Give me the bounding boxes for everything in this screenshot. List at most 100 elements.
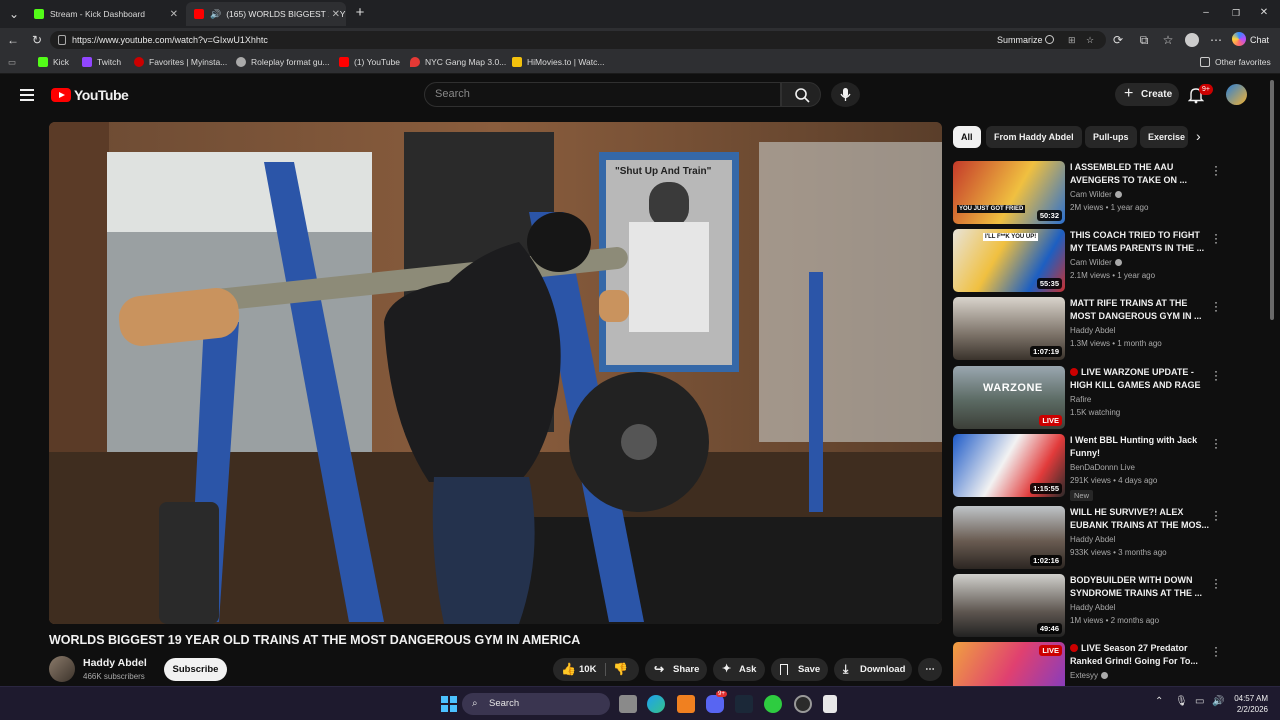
video-player[interactable]: "Shut Up And Train" <box>49 122 942 624</box>
like-button[interactable]: 👍 10K <box>553 658 605 681</box>
network-icon[interactable]: ▭ <box>1195 696 1204 707</box>
restore-icon[interactable]: ❐ <box>1228 5 1244 21</box>
share-button[interactable]: ↪ Share <box>645 658 707 681</box>
video-thumbnail[interactable]: I'LL F**K YOU UP! 55:35 <box>953 229 1065 292</box>
recommendation-title: LIVE Season 27 Predator Ranked Grind! Go… <box>1070 642 1210 668</box>
bookmark-youtube[interactable]: (1) YouTube <box>339 57 400 67</box>
reading-icon[interactable]: ▭ <box>8 57 16 68</box>
chip-all[interactable]: All <box>953 126 981 148</box>
recommendation-item[interactable]: 1:15:55 I Went BBL Hunting with Jack Fun… <box>953 433 1253 501</box>
recommendation-item[interactable]: 49:46 BODYBUILDER WITH DOWN SYNDROME TRA… <box>953 573 1253 638</box>
url-field[interactable]: https://www.youtube.com/watch?v=GIxwU1Xh… <box>50 31 1106 49</box>
page-scrollbar[interactable] <box>1270 80 1274 320</box>
chip-from-channel[interactable]: From Haddy Abdel <box>986 126 1082 148</box>
bookmark-himovies[interactable]: HiMovies.to | Watc... <box>512 57 604 67</box>
voice-search-button[interactable] <box>831 82 860 107</box>
summarize-button[interactable]: Summarize <box>997 31 1055 49</box>
speaker-icon[interactable]: 🔊 <box>210 9 221 20</box>
recommendation-meta: 291K views • 4 days ago <box>1070 476 1158 485</box>
taskbar-clock[interactable]: 04:57 AM 2/2/2026 <box>1228 693 1268 715</box>
new-tab-icon[interactable]: + <box>352 5 368 21</box>
microphone-icon[interactable]: 🎙 <box>1175 696 1188 707</box>
favorites-icon[interactable]: ☆ <box>1160 32 1176 48</box>
video-thumbnail[interactable]: 1:07:19 <box>953 297 1065 360</box>
tab-youtube-video[interactable]: 🔊 (165) WORLDS BIGGEST 19 YE ✕ <box>186 2 346 26</box>
favorite-star-icon[interactable]: ☆ <box>1086 31 1094 49</box>
more-vertical-icon[interactable]: · · · <box>1213 365 1219 385</box>
recommendation-item[interactable]: 1:02:16 WILL HE SURVIVE?! ALEX EUBANK TR… <box>953 505 1253 570</box>
recommendation-item[interactable]: 1:07:19 MATT RIFE TRAINS AT THE MOST DAN… <box>953 296 1253 361</box>
bookmark-myinsta[interactable]: Favorites | Myinsta... <box>134 57 227 67</box>
more-vertical-icon[interactable]: · · · <box>1213 160 1219 180</box>
youtube-icon <box>194 9 204 19</box>
channel-avatar[interactable] <box>49 656 75 682</box>
close-icon[interactable]: ✕ <box>328 8 340 20</box>
bookmark-nyc-gang-map[interactable]: NYC Gang Map 3.0... <box>410 57 506 67</box>
microphone-icon <box>840 88 851 101</box>
refresh-icon[interactable]: ↻ <box>29 32 45 48</box>
close-icon[interactable]: ✕ <box>170 9 178 20</box>
tab-list-chevron-icon[interactable]: ⌄ <box>6 6 22 22</box>
video-thumbnail[interactable]: 1:02:16 <box>953 506 1065 569</box>
youtube-logo[interactable]: YouTube <box>51 87 129 103</box>
obs-icon[interactable] <box>794 695 812 713</box>
video-thumbnail[interactable]: WARZONE LIVE <box>953 366 1065 429</box>
chip-pull-ups[interactable]: Pull-ups <box>1085 126 1137 148</box>
edge-icon[interactable] <box>647 695 665 713</box>
extensions-icon[interactable]: ⟳ <box>1110 32 1126 48</box>
bookmark-kick[interactable]: Kick <box>38 57 69 67</box>
save-button[interactable]: Save <box>771 658 828 681</box>
bookmark-twitch[interactable]: Twitch <box>82 57 121 67</box>
more-vertical-icon[interactable]: · · · <box>1213 433 1219 453</box>
create-button[interactable]: Create <box>1115 82 1179 106</box>
minimize-icon[interactable]: – <box>1198 5 1214 21</box>
chevron-right-icon[interactable]: › <box>1196 128 1201 144</box>
video-thumbnail[interactable]: YOU JUST GOT FRIED 50:32 <box>953 161 1065 224</box>
ask-button[interactable]: ✦ Ask <box>713 658 765 681</box>
tab-kick-dashboard[interactable]: Stream - Kick Dashboard ✕ <box>26 2 184 26</box>
video-thumbnail[interactable]: 49:46 <box>953 574 1065 637</box>
task-view-icon[interactable] <box>619 695 637 713</box>
recommendation-item[interactable]: YOU JUST GOT FRIED 50:32 I ASSEMBLED THE… <box>953 160 1253 225</box>
profile-icon[interactable] <box>1185 33 1199 47</box>
discord-icon[interactable]: 9+ <box>706 691 727 713</box>
other-favorites-label: Other favorites <box>1215 57 1271 67</box>
volume-icon[interactable]: 🔊 <box>1212 696 1224 707</box>
thumbnail-text: I'LL F**K YOU UP! <box>983 233 1039 241</box>
other-favorites[interactable]: Other favorites <box>1200 57 1271 67</box>
bookmark-roleplay[interactable]: Roleplay format gu... <box>236 57 329 67</box>
download-button[interactable]: ⤓ Download <box>834 658 912 681</box>
channel-label: Extesyy <box>1070 671 1099 680</box>
tray-chevron-icon[interactable]: ⌃ <box>1155 696 1163 707</box>
more-vertical-icon[interactable]: · · · <box>1213 641 1219 661</box>
xbox-icon[interactable] <box>764 695 782 713</box>
app-icon[interactable] <box>677 695 695 713</box>
split-screen-icon[interactable]: ⧉ <box>1136 32 1152 48</box>
search-input[interactable]: Search <box>424 82 781 107</box>
video-thumbnail[interactable]: 1:15:55 <box>953 434 1065 497</box>
recommendation-item[interactable]: I'LL F**K YOU UP! 55:35 THIS COACH TRIED… <box>953 228 1253 293</box>
search-button[interactable] <box>781 82 821 107</box>
verified-icon <box>1114 191 1122 198</box>
copilot-chat-button[interactable]: Chat <box>1232 32 1269 48</box>
dislike-button[interactable]: 👎 <box>613 658 628 681</box>
back-arrow-icon[interactable]: ← <box>5 32 21 48</box>
subscribe-button[interactable]: Subscribe <box>164 658 227 681</box>
apps-icon[interactable]: ⊞ <box>1068 31 1076 49</box>
more-actions-button[interactable]: ⋯ <box>918 658 942 681</box>
channel-name[interactable]: Haddy Abdel <box>83 657 147 669</box>
steam-icon[interactable] <box>735 695 753 713</box>
account-avatar[interactable] <box>1226 84 1247 105</box>
recommendation-item[interactable]: WARZONE LIVE LIVE WARZONE UPDATE - HIGH … <box>953 365 1253 430</box>
more-vertical-icon[interactable]: · · · <box>1213 573 1219 593</box>
chip-exercise[interactable]: Exercise <box>1140 126 1188 148</box>
more-vertical-icon[interactable]: · · · <box>1213 505 1219 525</box>
taskbar-search[interactable]: ⌕ Search <box>462 693 610 715</box>
more-menu-icon[interactable]: ⋯ <box>1208 32 1224 48</box>
more-vertical-icon[interactable]: · · · <box>1213 228 1219 248</box>
file-icon[interactable] <box>823 695 837 713</box>
window-close-icon[interactable]: ✕ <box>1256 5 1272 21</box>
windows-start-icon[interactable] <box>440 695 458 713</box>
hamburger-menu-icon[interactable] <box>20 89 34 101</box>
more-vertical-icon[interactable]: · · · <box>1213 296 1219 316</box>
